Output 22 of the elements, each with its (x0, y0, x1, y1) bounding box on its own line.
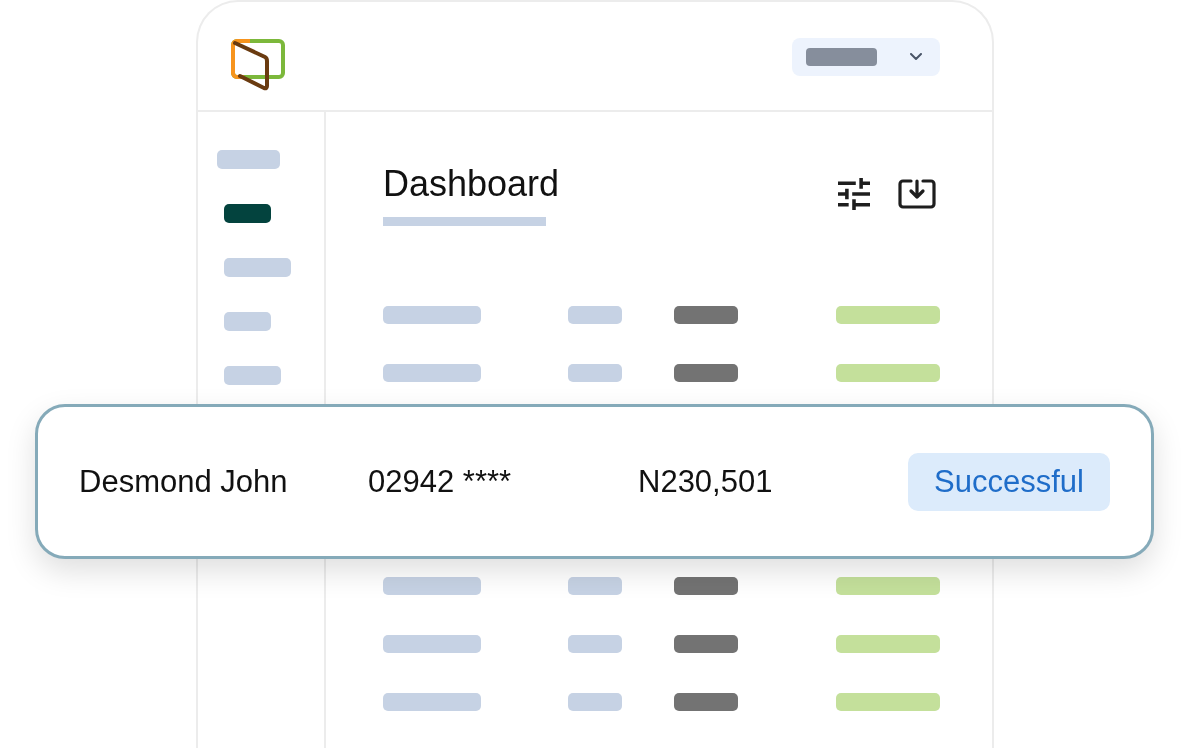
download-icon[interactable] (898, 179, 936, 209)
placeholder-bar (674, 577, 738, 595)
placeholder-bar (568, 306, 622, 324)
account-number: 02942 **** (368, 463, 512, 500)
dropdown[interactable] (792, 38, 940, 76)
placeholder-bar (806, 48, 877, 66)
placeholder-bar (674, 364, 738, 382)
logo-icon (230, 38, 286, 92)
chevron-down-icon (910, 53, 922, 61)
placeholder-bar (568, 693, 622, 711)
customer-name: Desmond John (79, 463, 288, 500)
sliders-icon[interactable] (838, 178, 870, 210)
placeholder-bar (674, 306, 738, 324)
placeholder-bar (674, 635, 738, 653)
amount: N230,501 (638, 463, 773, 500)
placeholder-bar (568, 364, 622, 382)
status-badge: Successful (908, 452, 1110, 511)
placeholder-bar (568, 577, 622, 595)
page-title: Dashboard (383, 162, 560, 205)
sidebar-item[interactable] (224, 204, 271, 223)
placeholder-bar (568, 635, 622, 653)
placeholder-bar (674, 693, 738, 711)
